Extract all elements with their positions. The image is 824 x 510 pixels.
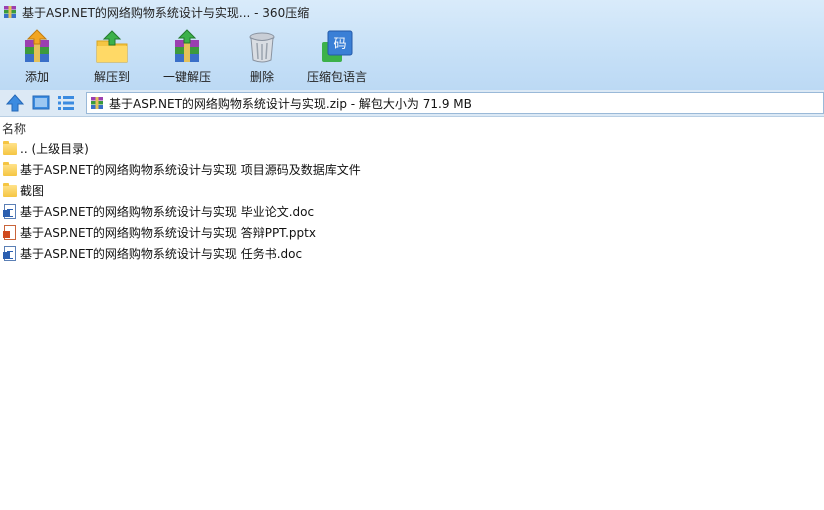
window-title: 基于ASP.NET的网络购物系统设计与实现... - 360压缩 — [22, 5, 310, 20]
file-name: 截图 — [20, 184, 45, 198]
add-archive-icon — [19, 28, 55, 64]
one-click-extract-button[interactable]: 一键解压 — [152, 26, 222, 86]
zip-archive-icon — [90, 96, 104, 110]
list-item[interactable]: 截图 — [0, 180, 824, 201]
folder-icon — [3, 161, 17, 178]
toolbar: 添加 解压到 一键解压 删除 码 压缩包语言 — [0, 26, 824, 88]
app-window: 基于ASP.NET的网络购物系统设计与实现... - 360压缩 添加 解压到 … — [0, 0, 824, 510]
file-list: 名称 .. (上级目录) 基于ASP.NET的网络购物系统设计与实现 项目源码及… — [0, 117, 824, 510]
delete-label: 删除 — [249, 70, 274, 84]
up-arrow-icon[interactable] — [5, 93, 25, 113]
one-click-extract-icon — [169, 28, 205, 64]
svg-text:码: 码 — [333, 37, 346, 52]
list-view-icon[interactable] — [56, 93, 76, 113]
folder-icon — [3, 140, 17, 157]
column-header-name[interactable]: 名称 — [2, 120, 26, 137]
trash-bin-icon — [244, 28, 280, 64]
winrar-archive-icon — [3, 5, 17, 19]
extract-to-label: 解压到 — [93, 70, 130, 84]
delete-button[interactable]: 删除 — [227, 26, 297, 86]
address-field[interactable]: 基于ASP.NET的网络购物系统设计与实现.zip - 解包大小为 71.9 M… — [86, 92, 824, 114]
list-item[interactable]: 基于ASP.NET的网络购物系统设计与实现 毕业论文.doc — [0, 201, 824, 222]
word-document-icon — [3, 245, 17, 262]
archive-language-label: 压缩包语言 — [306, 70, 367, 84]
archive-language-icon: 码 — [319, 28, 355, 64]
add-button[interactable]: 添加 — [2, 26, 72, 86]
address-text: 基于ASP.NET的网络购物系统设计与实现.zip - 解包大小为 71.9 M… — [109, 96, 472, 111]
thumbnail-view-icon[interactable] — [31, 93, 51, 113]
archive-language-button[interactable]: 码 压缩包语言 — [302, 26, 372, 86]
extract-to-folder-icon — [94, 28, 130, 64]
file-name: 基于ASP.NET的网络购物系统设计与实现 答辩PPT.pptx — [20, 226, 316, 240]
add-label: 添加 — [24, 70, 49, 84]
file-name: 基于ASP.NET的网络购物系统设计与实现 任务书.doc — [20, 247, 303, 261]
word-document-icon — [3, 203, 17, 220]
file-name: 基于ASP.NET的网络购物系统设计与实现 毕业论文.doc — [20, 205, 315, 219]
list-item[interactable]: 基于ASP.NET的网络购物系统设计与实现 项目源码及数据库文件 — [0, 159, 824, 180]
file-name: .. (上级目录) — [20, 142, 89, 156]
list-item[interactable]: .. (上级目录) — [0, 138, 824, 159]
list-item[interactable]: 基于ASP.NET的网络购物系统设计与实现 答辩PPT.pptx — [0, 222, 824, 243]
address-bar-row: 基于ASP.NET的网络购物系统设计与实现.zip - 解包大小为 71.9 M… — [0, 90, 824, 117]
list-item[interactable]: 基于ASP.NET的网络购物系统设计与实现 任务书.doc — [0, 243, 824, 264]
extract-to-button[interactable]: 解压到 — [77, 26, 147, 86]
title-bar: 基于ASP.NET的网络购物系统设计与实现... - 360压缩 — [0, 0, 824, 24]
powerpoint-document-icon — [3, 224, 17, 241]
folder-icon — [3, 182, 17, 199]
one-click-extract-label: 一键解压 — [162, 70, 211, 84]
file-name: 基于ASP.NET的网络购物系统设计与实现 项目源码及数据库文件 — [20, 163, 361, 177]
